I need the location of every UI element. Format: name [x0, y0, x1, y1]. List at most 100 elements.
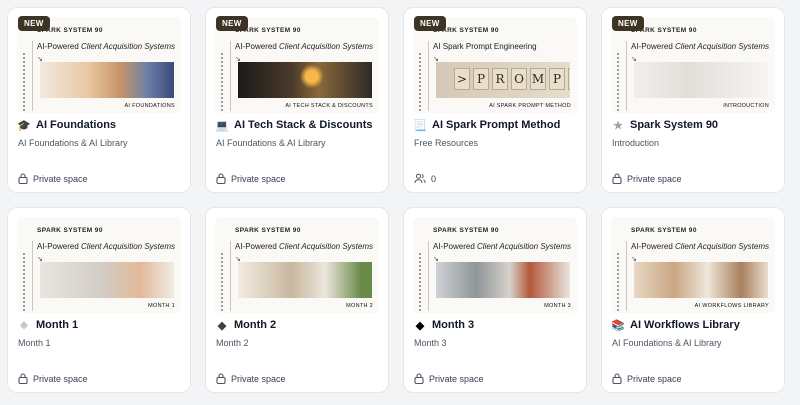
cover-headline: AI-Powered Client Acquisition Systems [433, 242, 571, 251]
space-card[interactable]: SPARK SYSTEM 90 AI-Powered Client Acquis… [601, 207, 785, 393]
graduation-cap-icon: 🎓 [17, 119, 31, 132]
space-footer: Private space [414, 373, 484, 384]
cover-headline-text: AI-Powered [37, 42, 82, 51]
cover-caption: AI FOUNDATIONS [124, 103, 175, 109]
space-card[interactable]: SPARK SYSTEM 90 AI-Powered Client Acquis… [403, 207, 587, 393]
space-title[interactable]: Month 1 [36, 319, 78, 331]
cover-headline-text: AI-Powered [37, 242, 82, 251]
space-footer: Private space [18, 373, 88, 384]
prompt-tiles-photo: >PROMPTL [436, 62, 570, 98]
cover-headline: AI-Powered Client Acquisition Systems [631, 42, 769, 51]
laptop-mug-photo [436, 262, 570, 298]
cover-headline: AI-Powered Client Acquisition Systems [235, 242, 373, 251]
space-title[interactable]: Spark System 90 [630, 119, 718, 131]
space-card[interactable]: SPARK SYSTEM 90 AI-Powered Client Acquis… [7, 207, 191, 393]
space-title-row[interactable]: 📚 AI Workflows Library [611, 319, 740, 332]
space-title-row[interactable]: ★ Spark System 90 [612, 119, 718, 132]
space-footer: Private space [612, 373, 682, 384]
space-title-row[interactable]: 🎓 AI Foundations [17, 119, 116, 132]
space-footer-text: Private space [627, 373, 682, 384]
books-icon: 📚 [611, 319, 625, 332]
cover-caption: MONTH 2 [346, 303, 373, 309]
cover-headline-italic: Client Acquisition Systems [279, 242, 373, 251]
space-title[interactable]: Month 3 [432, 319, 474, 331]
space-cover-image: SPARK SYSTEM 90 AI-Powered Client Acquis… [215, 17, 379, 113]
space-title[interactable]: Month 2 [234, 319, 276, 331]
space-footer-text: 0 [431, 173, 437, 184]
cover-caption: MONTH 3 [544, 303, 571, 309]
space-cover-image: SPARK SYSTEM 90 AI-Powered Client Acquis… [611, 17, 775, 113]
cover-headline-text: AI-Powered [235, 42, 280, 51]
new-badge: NEW [612, 16, 644, 31]
space-footer: Private space [612, 173, 682, 184]
prompt-tile: R [492, 68, 508, 90]
space-footer-text: Private space [33, 373, 88, 384]
space-group: AI Foundations & AI Library [612, 338, 722, 348]
cover-headline-text: AI-Powered [235, 242, 280, 251]
cover-divider [230, 41, 231, 111]
space-cover-image: SPARK SYSTEM 90 AI-Powered Client Acquis… [17, 17, 181, 113]
space-title-row[interactable]: ◆ Month 2 [216, 319, 276, 332]
space-card[interactable]: SPARK SYSTEM 90 AI-Powered Client Acquis… [205, 207, 389, 393]
lock-icon [216, 173, 226, 184]
space-title-row[interactable]: 📃 AI Spark Prompt Method [413, 119, 560, 132]
cover-headline: AI-Powered Client Acquisition Systems [37, 242, 175, 251]
cover-headline-text: AI-Powered [631, 42, 676, 51]
space-title-row[interactable]: ◆ Month 3 [414, 319, 474, 332]
cover-side-text [615, 53, 621, 111]
cover-side-text [417, 53, 423, 111]
laptop-icon: 💻 [215, 119, 229, 132]
space-title-row[interactable]: 💻 AI Tech Stack & Discounts [215, 119, 373, 132]
cover-headline: AI Spark Prompt Engineering [433, 42, 537, 51]
space-card[interactable]: SPARK SYSTEM 90 AI-Powered Client Acquis… [205, 7, 389, 193]
cover-divider [626, 41, 627, 111]
cover-caption: AI SPARK PROMPT METHOD [489, 103, 571, 109]
space-footer: 0 [414, 173, 436, 184]
space-title-row[interactable]: ◆ Month 1 [18, 319, 78, 331]
prompt-tile: T [568, 68, 570, 90]
cover-caption: AI TECH STACK & DISCOUNTS [285, 103, 373, 109]
new-badge: NEW [216, 16, 248, 31]
prompt-tiles: >PROMPTL [454, 68, 570, 90]
space-footer-text: Private space [627, 173, 682, 184]
cover-divider [32, 41, 33, 111]
cover-headline: AI-Powered Client Acquisition Systems [235, 42, 373, 51]
cover-headline-italic: Client Acquisition Systems [675, 242, 769, 251]
space-title[interactable]: AI Spark Prompt Method [432, 119, 560, 131]
cover-headline-text: AI-Powered [433, 242, 478, 251]
space-footer-text: Private space [231, 173, 286, 184]
cover-caption: INTRODUCTION [723, 103, 769, 109]
space-group: Month 1 [18, 338, 51, 348]
lock-icon [216, 373, 226, 384]
space-title[interactable]: AI Foundations [36, 119, 116, 131]
cover-side-text [219, 253, 225, 311]
cover-divider [626, 241, 627, 311]
diamond-black-icon: ◆ [415, 319, 425, 332]
cover-headline: AI-Powered Client Acquisition Systems [37, 42, 175, 51]
cover-side-text [21, 53, 27, 111]
cover-side-text [219, 53, 225, 111]
space-cover-image: SPARK SYSTEM 90 AI-Powered Client Acquis… [611, 217, 775, 313]
space-group: AI Foundations & AI Library [216, 138, 326, 148]
space-cover-image: SPARK SYSTEM 90 AI-Powered Client Acquis… [215, 217, 379, 313]
cover-side-text [417, 253, 423, 311]
cover-headline-italic: Client Acquisition Systems [477, 242, 571, 251]
prompt-tile: O [511, 68, 527, 90]
space-title[interactable]: AI Workflows Library [630, 319, 740, 331]
cover-brand: SPARK SYSTEM 90 [433, 227, 499, 234]
space-card[interactable]: SPARK SYSTEM 90 AI-Powered Client Acquis… [601, 7, 785, 193]
cover-caption: MONTH 1 [148, 303, 175, 309]
space-group: Month 3 [414, 338, 447, 348]
space-card[interactable]: SPARK SYSTEM 90 AI-Powered Client Acquis… [7, 7, 191, 193]
cover-headline-italic: Client Acquisition Systems [279, 42, 373, 51]
tech-network-photo [238, 62, 372, 98]
office-desk-photo [238, 262, 372, 298]
space-footer: Private space [216, 173, 286, 184]
new-badge: NEW [18, 16, 50, 31]
cover-side-text [615, 253, 621, 311]
cover-headline: AI-Powered Client Acquisition Systems [631, 242, 769, 251]
space-cover-image: SPARK SYSTEM 90 AI-Powered Client Acquis… [413, 217, 577, 313]
cover-divider [230, 241, 231, 311]
space-card[interactable]: SPARK SYSTEM 90 AI Spark Prompt Engineer… [403, 7, 587, 193]
space-title[interactable]: AI Tech Stack & Discounts [234, 119, 373, 131]
